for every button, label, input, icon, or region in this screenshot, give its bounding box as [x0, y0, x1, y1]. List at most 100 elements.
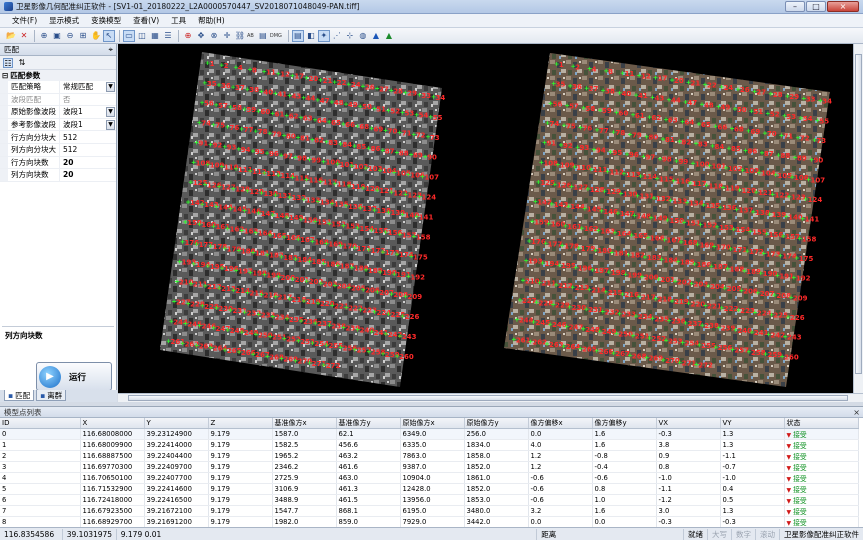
tie-point-label: 85: [731, 145, 741, 153]
layers-icon[interactable]: ▤: [291, 29, 304, 42]
column-header[interactable]: Y: [144, 418, 209, 429]
link-icon[interactable]: ⛓: [234, 30, 246, 42]
column-header[interactable]: 像方偏移y: [592, 418, 657, 429]
category-match-params[interactable]: ⊟ 匹配参数: [0, 70, 116, 81]
tie-point-label: 235: [289, 316, 304, 324]
delete-point-icon[interactable]: ⊗: [208, 30, 220, 42]
property-row[interactable]: 行方向分块大 512: [0, 131, 116, 144]
property-value[interactable]: 波段1 ▼: [60, 106, 116, 118]
close-icon[interactable]: ×: [853, 408, 860, 417]
menu-display-mode[interactable]: 显示模式: [49, 15, 79, 26]
close-button[interactable]: ×: [827, 1, 859, 12]
network-icon[interactable]: ⋰: [331, 30, 343, 42]
dropdown-arrow-icon[interactable]: ▼: [106, 107, 115, 118]
alphabetical-icon[interactable]: ⇅: [17, 58, 27, 68]
table-row[interactable]: 4 116.70650100 39.22407700 9.179 2725.9 463.0…: [0, 472, 859, 484]
vertical-scrollbar[interactable]: [853, 44, 863, 393]
table-row[interactable]: 0 116.68008000 39.23124900 9.179 1587.0 62.1 6…: [0, 428, 859, 440]
select-icon[interactable]: ↖: [103, 29, 115, 42]
property-value[interactable]: 常规匹配 ▼: [60, 81, 116, 93]
menu-file[interactable]: 文件(F): [12, 15, 37, 26]
scroll-thumb[interactable]: [128, 395, 848, 401]
table-cell: -0.3: [720, 516, 785, 528]
column-header[interactable]: 原始像方y: [464, 418, 529, 429]
column-header[interactable]: 状态: [784, 418, 859, 429]
dropdown-arrow-icon[interactable]: ▼: [106, 82, 115, 92]
delete-icon[interactable]: ✕: [18, 30, 30, 42]
list-view-icon[interactable]: ☰: [162, 30, 174, 42]
table-row[interactable]: 1 116.68009900 39.22414000 9.179 1582.5 456.6…: [0, 439, 859, 451]
label-icon[interactable]: AB: [247, 33, 254, 39]
add-point-icon[interactable]: ⊕: [182, 30, 194, 42]
terrain-icon[interactable]: ▲: [383, 30, 395, 42]
categorized-icon[interactable]: ☷: [3, 57, 13, 68]
column-header[interactable]: VY: [720, 418, 785, 429]
table-row[interactable]: 6 116.72418000 39.22416500 9.179 3488.9 461.5…: [0, 494, 859, 506]
chart-icon[interactable]: ▲: [370, 30, 382, 42]
crosshair-icon[interactable]: ✛: [221, 30, 233, 42]
column-header[interactable]: 原始像方x: [400, 418, 465, 429]
column-header[interactable]: Z: [208, 418, 273, 429]
zoom-out-icon[interactable]: ⊖: [64, 30, 76, 42]
tab-match[interactable]: ▪ 匹配: [4, 390, 35, 401]
property-value[interactable]: 512: [60, 131, 116, 143]
image-viewer[interactable]: 1 2 4 8 11 12 17 20 21 22 24 26 27 28 29 33 34 35 36 37 38 40…: [118, 44, 853, 393]
table-cell: 39.22409700: [144, 461, 209, 473]
scroll-thumb[interactable]: [855, 54, 862, 374]
property-value[interactable]: 512: [60, 144, 116, 156]
column-header[interactable]: 像方偏移x: [528, 418, 593, 429]
dem-icon[interactable]: ▤: [257, 30, 269, 42]
zoom-fit-icon[interactable]: ▣: [51, 30, 63, 42]
menu-view[interactable]: 查看(V): [133, 15, 159, 26]
tie-point-label: 70: [388, 127, 398, 135]
run-button[interactable]: ▶ 运行: [36, 362, 112, 391]
property-row[interactable]: 列方向分块大 512: [0, 143, 116, 157]
property-row[interactable]: 原始影像波段 波段1 ▼: [0, 106, 116, 119]
tile-view-icon[interactable]: ▦: [149, 30, 161, 42]
column-header[interactable]: X: [80, 418, 145, 429]
menu-transform-model[interactable]: 变换模型: [91, 15, 121, 26]
property-row[interactable]: 参考影像波段 波段1 ▼: [0, 118, 116, 132]
menu-tools[interactable]: 工具: [171, 15, 186, 26]
collapse-icon[interactable]: ⊟: [2, 71, 8, 80]
property-row[interactable]: 行方向块数 20: [0, 156, 116, 170]
column-header[interactable]: VX: [656, 418, 721, 429]
property-row[interactable]: 匹配策略 常规匹配 ▼: [0, 81, 116, 94]
pin-icon[interactable]: ⌖: [108, 45, 113, 55]
table-row[interactable]: 8 116.68929700 39.21691200 9.179 1982.0 859.0…: [0, 516, 859, 528]
dual-view-icon[interactable]: ◫: [136, 30, 148, 42]
open-icon[interactable]: 📂: [5, 30, 17, 42]
menu-help[interactable]: 帮助(H): [198, 15, 225, 26]
tab-outlier[interactable]: ▪ 离群: [36, 390, 67, 401]
move-point-icon[interactable]: ✥: [195, 30, 207, 42]
tie-point-label: 78: [616, 129, 626, 137]
tie-point-label: 111: [593, 166, 608, 174]
column-header[interactable]: 基准像方y: [336, 418, 401, 429]
property-value[interactable]: 20: [60, 157, 116, 169]
table-row[interactable]: 3 116.69770300 39.22409700 9.179 2346.2 461.6…: [0, 461, 859, 473]
single-view-icon[interactable]: ▭: [123, 29, 135, 42]
grid-icon[interactable]: ⊹: [344, 30, 356, 42]
minimize-button[interactable]: –: [785, 1, 805, 12]
table-header: ID X Y Z 基准像方x 基准像方y 原始像方x 原始像方y 像方偏移x 像方偏移y VX VY 状…: [0, 418, 859, 429]
property-value[interactable]: 波段1 ▼: [60, 119, 116, 131]
table-cell: -0.8: [592, 450, 657, 462]
pan-icon[interactable]: ✋: [90, 30, 102, 42]
stretch-icon[interactable]: ◧: [305, 30, 317, 42]
table-row[interactable]: 7 116.67923500 39.21672100 9.179 1547.7 868.1…: [0, 505, 859, 517]
filter-icon[interactable]: ✦: [317, 29, 330, 42]
zoom-full-icon[interactable]: ⊞: [77, 30, 89, 42]
property-value[interactable]: 20: [60, 169, 116, 181]
globe-icon[interactable]: ◍: [357, 30, 369, 42]
property-value[interactable]: 否: [60, 94, 116, 106]
table-row[interactable]: 2 116.68887500 39.22404400 9.179 1965.2 463.2…: [0, 450, 859, 462]
maximize-button[interactable]: □: [806, 1, 826, 12]
dropdown-arrow-icon[interactable]: ▼: [106, 119, 115, 130]
property-row[interactable]: 列方向块数 20: [0, 169, 116, 182]
table-row[interactable]: 5 116.71532900 39.22414600 9.179 3106.9 461.3…: [0, 483, 859, 495]
column-header[interactable]: ID: [0, 418, 81, 429]
zoom-in-icon[interactable]: ⊕: [38, 30, 50, 42]
horizontal-scrollbar[interactable]: [118, 393, 863, 402]
property-row[interactable]: 波段匹配否: [0, 93, 116, 107]
column-header[interactable]: 基准像方x: [272, 418, 337, 429]
